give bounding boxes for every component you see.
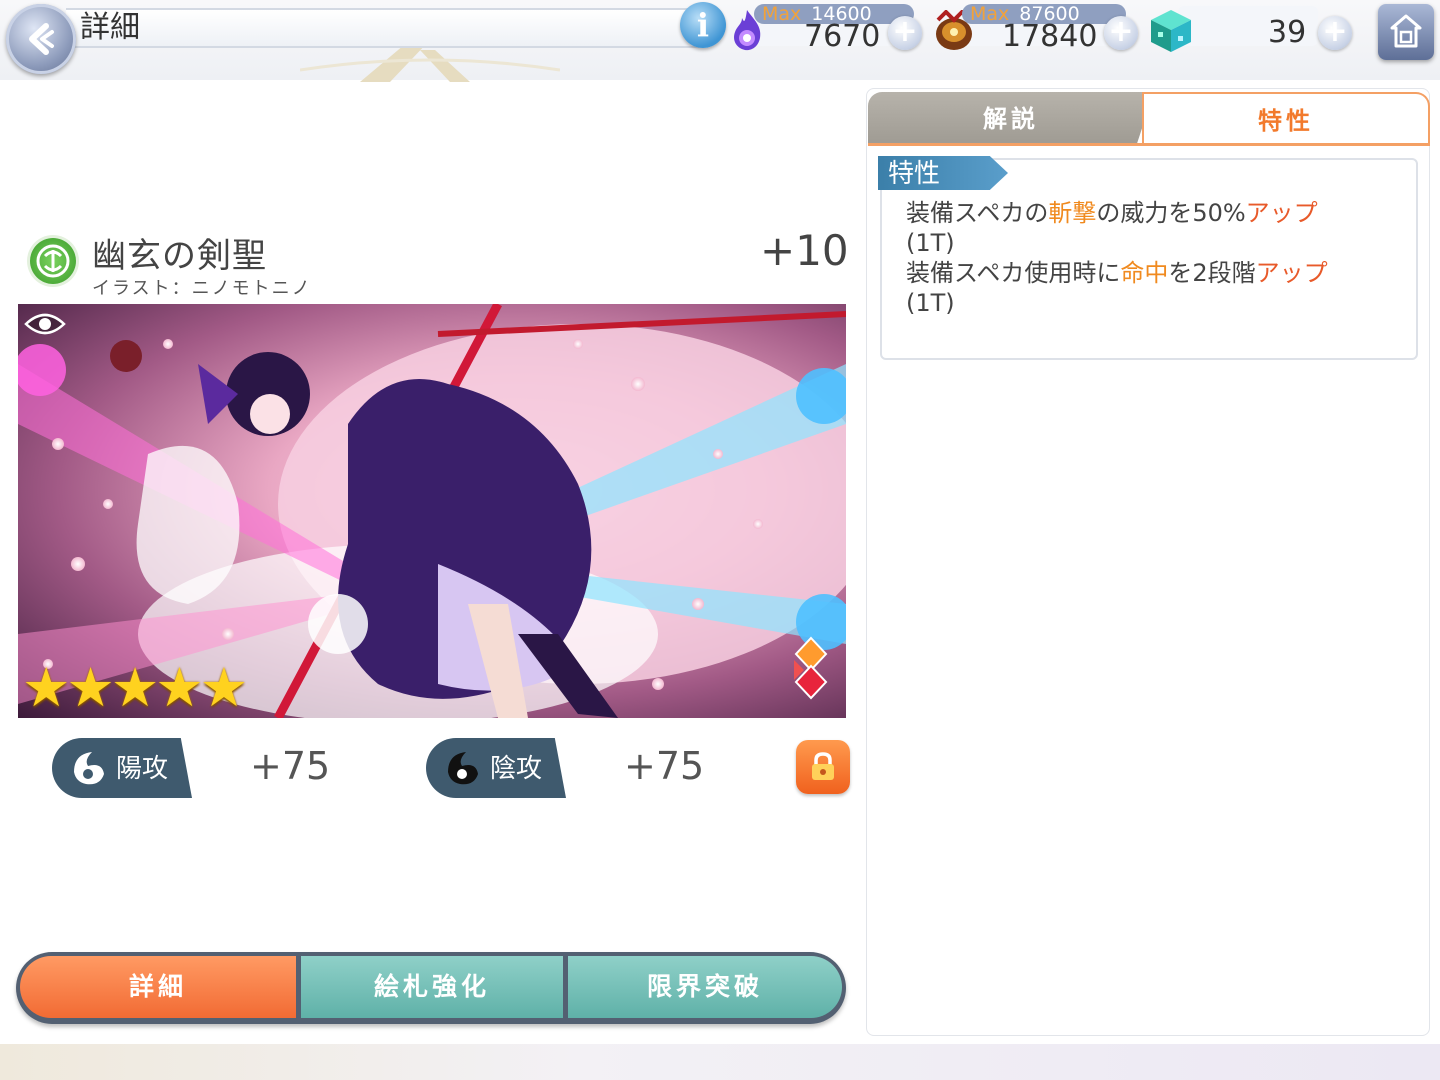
page-title: 詳細	[80, 10, 140, 45]
back-arrow-icon	[29, 23, 54, 55]
stat-value-yang: +75	[250, 744, 331, 788]
stamina-value: 7670	[804, 19, 881, 54]
trait-segment: 斬撃	[1048, 199, 1097, 227]
bottom-tab-bar: 詳細 絵札強化 限界突破	[16, 952, 846, 1024]
eye-icon[interactable]	[24, 310, 66, 338]
diamond-gem-icon	[794, 636, 828, 700]
trait-segment: (1T)	[906, 289, 955, 317]
gem-value: 39	[1268, 15, 1307, 50]
tab-detail[interactable]: 詳細	[20, 956, 296, 1018]
star-icon: ★	[155, 656, 204, 719]
lock-button[interactable]	[796, 740, 850, 794]
trait-segment: 装備スペカ使用時に	[906, 259, 1121, 287]
footer-decoration	[0, 1044, 1440, 1080]
trait-segment: の威力を50%	[1096, 199, 1246, 227]
stat-label-yang: 陽攻	[116, 754, 169, 784]
info-button[interactable]: i	[680, 2, 726, 48]
trait-segment: を2段階	[1168, 259, 1256, 287]
yin-icon	[440, 746, 484, 790]
title-field	[66, 8, 718, 48]
card-level: +10	[760, 226, 849, 275]
stamina-plus-button[interactable]: +	[888, 16, 922, 50]
rarity-stars: ★★★★★	[22, 656, 248, 719]
coin-plus-button[interactable]: +	[1104, 16, 1138, 50]
star-icon: ★	[110, 656, 160, 719]
home-icon	[1390, 14, 1422, 48]
coin-value: 17840	[1002, 19, 1098, 54]
tab-trait[interactable]: 特性	[1142, 92, 1430, 146]
tab-limit-break[interactable]: 限界突破	[568, 956, 842, 1018]
tab-underline	[868, 143, 1428, 146]
trait-description: 装備スペカの斬撃の威力を50%アップ (1T) 装備スペカ使用時に命中を2段階アップ…	[906, 198, 1328, 318]
trait-segment: 装備スペカの	[906, 199, 1049, 227]
gem-plus-button[interactable]: +	[1318, 16, 1352, 50]
illustrator-credit: イラスト：ニノモトニノ	[92, 278, 312, 299]
star-icon: ★	[22, 656, 71, 719]
trait-line: (1T)	[906, 288, 1328, 318]
back-button[interactable]	[6, 4, 76, 74]
tab-enhance[interactable]: 絵札強化	[301, 956, 563, 1018]
trait-segment: アップ	[1255, 259, 1328, 287]
yang-icon	[66, 746, 110, 790]
stamina-max-label: Max	[762, 3, 802, 25]
trait-segment: アップ	[1245, 199, 1318, 227]
trait-line: 装備スペカの斬撃の威力を50%アップ	[906, 198, 1328, 228]
tab-description[interactable]: 解説	[868, 92, 1154, 144]
trait-heading: 特性	[878, 156, 1008, 190]
attribute-icon	[30, 238, 76, 284]
trait-segment: 命中	[1120, 259, 1169, 287]
home-button[interactable]	[1378, 4, 1434, 60]
star-icon: ★	[66, 656, 115, 719]
stat-label-yin: 陰攻	[490, 754, 543, 784]
trait-segment: (1T)	[906, 229, 955, 257]
crystal-cube-icon	[1151, 10, 1191, 52]
trait-line: 装備スペカ使用時に命中を2段階アップ	[906, 258, 1328, 288]
trait-line: (1T)	[906, 228, 1328, 258]
card-name: 幽玄の剣聖	[92, 236, 267, 276]
stat-value-yin: +75	[624, 744, 705, 788]
gem-resource: 39	[1148, 2, 1328, 52]
lock-icon	[812, 752, 834, 780]
star-icon: ★	[199, 656, 249, 719]
